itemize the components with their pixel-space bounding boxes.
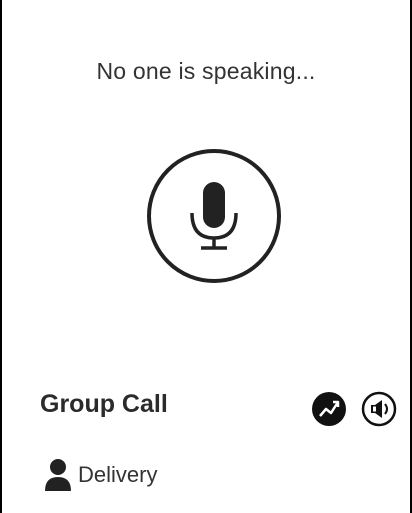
microphone-icon [147,149,281,283]
trend-icon [312,392,346,426]
person-icon [45,459,71,491]
group-name: Delivery [78,462,158,487]
speaker-icon [361,391,397,427]
push-to-talk-button[interactable] [145,147,283,285]
call-screen: No one is speaking... Group Call Deliver… [0,0,412,513]
call-title: Group Call [40,390,168,418]
trend-button[interactable] [311,391,347,427]
group-info: Delivery [42,455,157,495]
speaking-status: No one is speaking... [96,58,316,84]
speaker-button[interactable] [361,391,397,427]
